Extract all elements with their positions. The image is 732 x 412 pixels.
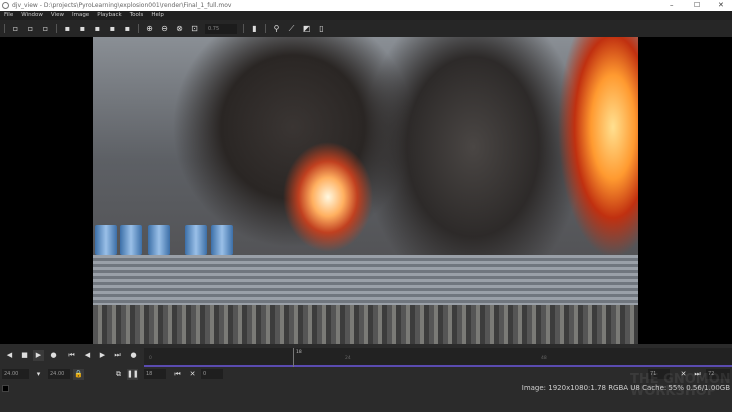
playhead-label: 18 bbox=[296, 350, 302, 355]
prev-frame-icon[interactable]: ◀ bbox=[82, 350, 93, 361]
separator bbox=[265, 24, 266, 33]
status-info: Image: 1920x1080:1.78 RGBA U8 Cache: 55%… bbox=[521, 384, 730, 392]
duplicate-window-icon[interactable]: ▫ bbox=[26, 24, 35, 33]
zoom-fit-icon[interactable]: ⊡ bbox=[190, 24, 199, 33]
close-button[interactable]: ✕ bbox=[718, 0, 724, 11]
maximize-button[interactable]: ☐ bbox=[694, 0, 700, 11]
menu-playback[interactable]: Playback bbox=[97, 11, 122, 20]
zoom-out-icon[interactable]: ⊖ bbox=[160, 24, 169, 33]
play-forward-icon[interactable]: ▶ bbox=[33, 350, 44, 361]
color-swatch bbox=[2, 385, 9, 392]
close-window-icon[interactable]: ▫ bbox=[41, 24, 50, 33]
title-bar: djv_view - D:\projects\PyroLearning\expl… bbox=[0, 0, 732, 11]
loop-mode-icon[interactable]: ● bbox=[128, 350, 139, 361]
new-window-icon[interactable]: ▫ bbox=[11, 24, 20, 33]
in-out-icon[interactable]: ⧉ bbox=[113, 369, 124, 380]
default-speed-display: 24.00 bbox=[48, 369, 70, 379]
stop-icon[interactable]: ■ bbox=[19, 350, 30, 361]
loop-icon[interactable]: ● bbox=[48, 350, 59, 361]
play-reverse-icon[interactable]: ◀ bbox=[4, 350, 15, 361]
tick-label: 48 bbox=[541, 356, 547, 361]
timeline-slider[interactable]: 0 24 48 18 bbox=[144, 348, 732, 367]
app-icon bbox=[2, 2, 9, 9]
zoom-in-icon[interactable]: ⊕ bbox=[145, 24, 154, 33]
color-picker-icon[interactable]: ⟋ bbox=[287, 24, 296, 33]
menu-help[interactable]: Help bbox=[151, 11, 164, 20]
window-title: djv_view - D:\projects\PyroLearning\expl… bbox=[12, 2, 232, 9]
video-frame bbox=[93, 37, 638, 344]
separator bbox=[56, 24, 57, 33]
zoom-input[interactable]: 0.75 bbox=[205, 23, 237, 34]
menu-file[interactable]: File bbox=[4, 11, 13, 20]
reset-in-point-icon[interactable]: ✕ bbox=[187, 369, 198, 380]
menu-tools[interactable]: Tools bbox=[130, 11, 144, 20]
separator bbox=[138, 24, 139, 33]
display-icon[interactable]: ▮ bbox=[250, 24, 259, 33]
pause-icon[interactable]: ❚❚ bbox=[127, 369, 139, 380]
menu-bar: File Window View Image Playback Tools He… bbox=[0, 11, 732, 20]
fit-window-icon[interactable]: ▪ bbox=[63, 24, 72, 33]
minimize-button[interactable]: – bbox=[670, 0, 674, 11]
tick-label: 0 bbox=[149, 356, 152, 361]
set-in-point-icon[interactable]: ⏮ bbox=[172, 369, 183, 380]
menu-window[interactable]: Window bbox=[21, 11, 43, 20]
menu-image[interactable]: Image bbox=[72, 11, 89, 20]
magnify-icon[interactable]: ⚲ bbox=[272, 24, 281, 33]
in-point-input[interactable]: 0 bbox=[201, 369, 223, 379]
last-frame-icon[interactable]: ⏭ bbox=[112, 350, 123, 361]
playback-controls: ◀ ■ ▶ ● ⏮ ◀ ▶ ⏭ ● 0 24 48 18 24.00 ▾ 24.… bbox=[0, 344, 732, 412]
speed-input[interactable]: 24.00 bbox=[2, 369, 29, 379]
tile-icon[interactable]: ▪ bbox=[78, 24, 87, 33]
separator bbox=[4, 24, 5, 33]
rubble bbox=[93, 305, 638, 344]
frame-input[interactable]: 18 bbox=[144, 369, 166, 379]
first-frame-icon[interactable]: ⏮ bbox=[66, 350, 77, 361]
image-viewer[interactable] bbox=[0, 37, 732, 344]
histogram-icon[interactable]: ◩ bbox=[302, 24, 311, 33]
info-icon[interactable]: ▯ bbox=[317, 24, 326, 33]
next-frame-icon[interactable]: ▶ bbox=[97, 350, 108, 361]
tick-label: 24 bbox=[345, 356, 351, 361]
menu-view[interactable]: View bbox=[51, 11, 64, 20]
playhead[interactable] bbox=[293, 348, 294, 367]
cascade-icon[interactable]: ▪ bbox=[93, 24, 102, 33]
lock-icon[interactable]: 🔒 bbox=[73, 369, 84, 380]
separator bbox=[243, 24, 244, 33]
speed-dropdown-icon[interactable]: ▾ bbox=[33, 369, 44, 380]
zoom-reset-icon[interactable]: ⊗ bbox=[175, 24, 184, 33]
float-icon[interactable]: ▪ bbox=[123, 24, 132, 33]
fullscreen-icon[interactable]: ▪ bbox=[108, 24, 117, 33]
toolbar: ▫ ▫ ▫ ▪ ▪ ▪ ▪ ▪ ⊕ ⊖ ⊗ ⊡ 0.75 ▮ ⚲ ⟋ ◩ ▯ bbox=[0, 20, 732, 37]
wall bbox=[93, 255, 638, 305]
